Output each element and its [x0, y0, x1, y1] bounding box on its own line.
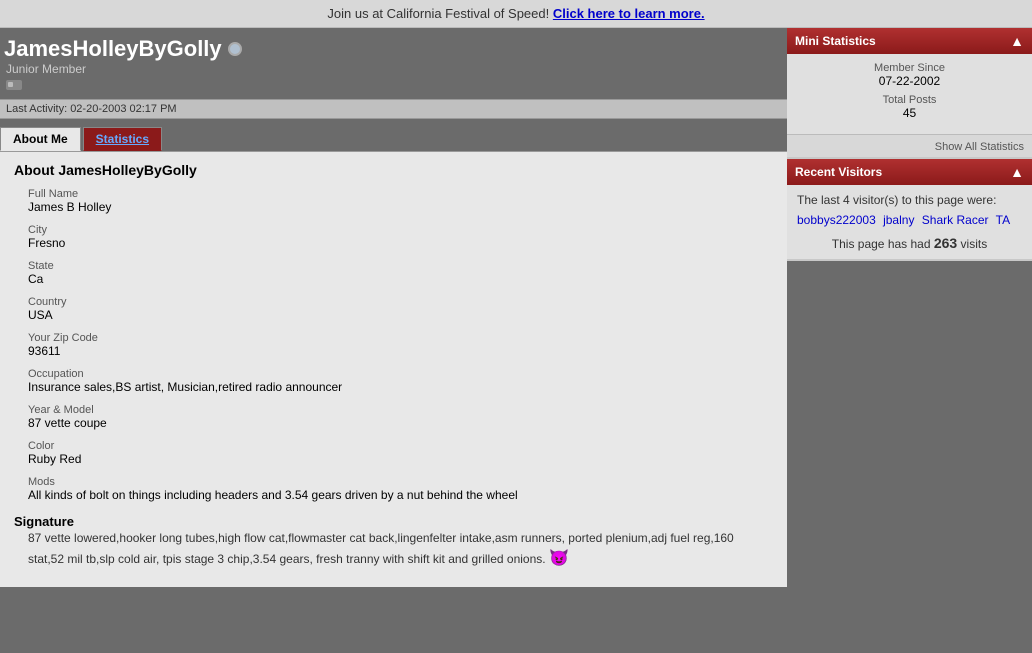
- mini-stats-header: Mini Statistics ▲: [787, 28, 1032, 54]
- member-since-value: 07-22-2002: [797, 74, 1022, 88]
- mini-stats-box: Mini Statistics ▲ Member Since 07-22-200…: [787, 28, 1032, 157]
- fields-container: Full NameJames B Holley CityFresno StateCa…: [14, 188, 773, 502]
- total-posts-value: 45: [797, 106, 1022, 120]
- visitor-link[interactable]: Shark Racer: [922, 213, 989, 227]
- total-posts-label: Total Posts: [797, 94, 1022, 106]
- field-value: James B Holley: [28, 200, 773, 214]
- tab-about-me[interactable]: About Me: [0, 127, 81, 151]
- field-label: Color: [28, 440, 773, 452]
- username: JamesHolleyByGolly: [4, 36, 222, 62]
- user-rank: Junior Member: [4, 62, 777, 76]
- recent-visitors-box: Recent Visitors ▲ The last 4 visitor(s) …: [787, 159, 1032, 259]
- visitor-link[interactable]: bobbys222003: [797, 213, 876, 227]
- user-icons-row: [4, 76, 777, 95]
- recent-visitors-body: The last 4 visitor(s) to this page were:…: [787, 185, 1032, 259]
- field-value: All kinds of bolt on things including he…: [28, 488, 773, 502]
- visitor-link[interactable]: TA: [996, 213, 1010, 227]
- field-label: Country: [28, 296, 773, 308]
- mini-stats-title: Mini Statistics: [795, 34, 876, 48]
- page-visits: This page has had 263 visits: [797, 235, 1022, 251]
- mini-stats-body: Member Since 07-22-2002 Total Posts 45: [787, 54, 1032, 134]
- profile-content: About JamesHolleyByGolly Full NameJames …: [0, 151, 787, 587]
- username-row: JamesHolleyByGolly: [4, 36, 777, 62]
- show-all-stats-row: Show All Statistics: [787, 134, 1032, 157]
- online-status-icon: [228, 42, 242, 56]
- user-icon: [6, 78, 24, 92]
- field-value: 93611: [28, 344, 773, 358]
- tab-statistics[interactable]: Statistics: [83, 127, 162, 151]
- content-area: JamesHolleyByGolly Junior Member Last Ac…: [0, 28, 787, 587]
- field-label: Occupation: [28, 368, 773, 380]
- main-layout: JamesHolleyByGolly Junior Member Last Ac…: [0, 28, 1032, 587]
- field-value: Insurance sales,BS artist, Musician,reti…: [28, 380, 773, 394]
- tabs-row: About Me Statistics: [0, 119, 787, 151]
- field-label: State: [28, 260, 773, 272]
- field-value: USA: [28, 308, 773, 322]
- top-banner: Join us at California Festival of Speed!…: [0, 0, 1032, 28]
- recent-visitors-title: Recent Visitors: [795, 165, 882, 179]
- last-activity-bar: Last Activity: 02-20-2003 02:17 PM: [0, 99, 787, 119]
- field-label: City: [28, 224, 773, 236]
- member-since-label: Member Since: [797, 62, 1022, 74]
- mini-stats-collapse-icon[interactable]: ▲: [1010, 33, 1024, 49]
- total-posts-block: Total Posts 45: [797, 94, 1022, 120]
- signature-label: Signature: [14, 514, 74, 529]
- profile-header: JamesHolleyByGolly Junior Member: [0, 28, 787, 99]
- recent-visitors-header: Recent Visitors ▲: [787, 159, 1032, 185]
- banner-link[interactable]: Click here to learn more.: [553, 6, 705, 21]
- field-value: Ca: [28, 272, 773, 286]
- signature-content: 87 vette lowered,hooker long tubes,high …: [28, 531, 734, 566]
- signature-section: Signature 87 vette lowered,hooker long t…: [14, 514, 773, 571]
- show-all-stats-link[interactable]: Show All Statistics: [935, 141, 1024, 153]
- field-value: Fresno: [28, 236, 773, 250]
- visitor-links: bobbys222003 jbalny Shark Racer TA: [797, 213, 1022, 227]
- field-label: Your Zip Code: [28, 332, 773, 344]
- last-activity-text: Last Activity: 02-20-2003 02:17 PM: [6, 103, 177, 115]
- statistics-tab-link[interactable]: Statistics: [96, 132, 149, 146]
- recent-visitors-collapse-icon[interactable]: ▲: [1010, 164, 1024, 180]
- field-label: Full Name: [28, 188, 773, 200]
- field-value: 87 vette coupe: [28, 416, 773, 430]
- signature-text: 87 vette lowered,hooker long tubes,high …: [28, 529, 773, 571]
- field-value: Ruby Red: [28, 452, 773, 466]
- banner-text: Join us at California Festival of Speed!: [327, 6, 549, 21]
- visitor-link[interactable]: jbalny: [883, 213, 914, 227]
- devil-emoji-icon: 😈: [549, 550, 569, 567]
- field-label: Year & Model: [28, 404, 773, 416]
- about-heading: About JamesHolleyByGolly: [14, 162, 773, 178]
- visitors-intro: The last 4 visitor(s) to this page were:: [797, 193, 1022, 207]
- field-label: Mods: [28, 476, 773, 488]
- right-sidebar: Mini Statistics ▲ Member Since 07-22-200…: [787, 28, 1032, 261]
- member-since-block: Member Since 07-22-2002: [797, 62, 1022, 88]
